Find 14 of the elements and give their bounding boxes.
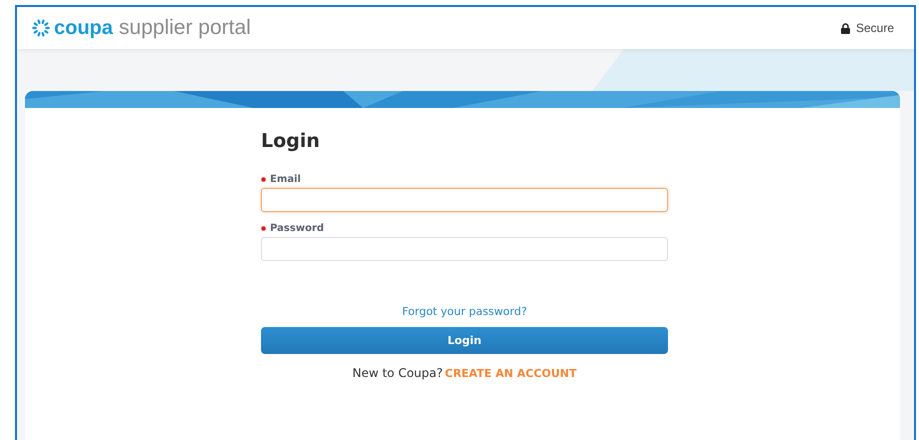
- logo-icon: [31, 18, 51, 38]
- field-label: Email: [270, 174, 301, 185]
- lock-icon: [840, 22, 850, 34]
- secure-label: Secure: [856, 21, 894, 35]
- product-name: supplier portal: [118, 16, 251, 40]
- signup-prompt: New to Coupa?: [352, 366, 443, 380]
- input-field[interactable]: [261, 237, 668, 261]
- login-heading: Login: [261, 130, 321, 152]
- field-label: Password: [270, 223, 324, 234]
- create-account-link[interactable]: CREATE AN ACCOUNT: [444, 366, 577, 380]
- login-button[interactable]: Login: [261, 327, 668, 354]
- brand-name: coupa: [54, 16, 113, 40]
- forgot-password-link[interactable]: Forgot your password?: [402, 305, 527, 318]
- input-field[interactable]: [261, 188, 668, 212]
